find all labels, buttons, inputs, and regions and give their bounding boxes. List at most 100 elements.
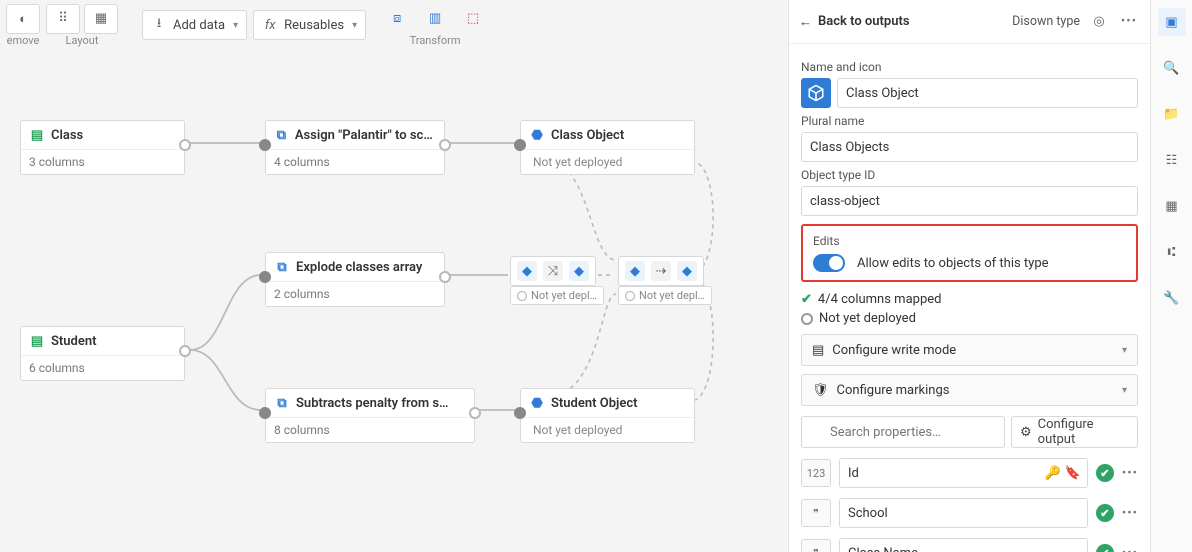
key-icon: 🔑 [1044, 466, 1060, 481]
panel-header: ← Back to outputs Disown type ◎ ••• [789, 0, 1150, 44]
property-name-input[interactable]: School [839, 498, 1088, 528]
object-type-icon[interactable] [801, 78, 831, 108]
bookmark-icon: 🔖 [1065, 466, 1081, 481]
property-name-text: Class Name [848, 546, 918, 552]
rail-inspector-icon[interactable]: ▣ [1158, 8, 1186, 36]
port-in[interactable] [514, 139, 526, 151]
status-circle-icon [625, 291, 635, 301]
remove-label: emove [7, 34, 40, 47]
configure-output-button[interactable]: ⚙ Configure output [1011, 416, 1138, 448]
port-out[interactable] [439, 139, 451, 151]
cube-icon: ◆ [569, 261, 589, 281]
function-icon: fx [262, 17, 278, 33]
rail-folder-icon[interactable]: 📁 [1158, 100, 1186, 128]
cube-icon: ⬣ [529, 395, 545, 411]
configure-markings[interactable]: 🛡 Configure markings ▾ [801, 374, 1138, 406]
allow-edits-label: Allow edits to objects of this type [857, 256, 1049, 271]
ok-badge: ✔ [1096, 544, 1114, 552]
more-icon[interactable]: ••• [1118, 11, 1140, 33]
panel-body: Name and icon Plural name Object type ID… [789, 44, 1150, 552]
port-out[interactable] [179, 139, 191, 151]
transform-icon: ⧉ [274, 395, 290, 411]
mini-status-text: Not yet depl… [639, 289, 705, 302]
transform-a-button[interactable]: ⧈ [380, 4, 414, 34]
transform-c-button[interactable]: ⬚ [456, 4, 490, 34]
target-icon[interactable]: ◎ [1088, 11, 1110, 33]
node-student[interactable]: ▤Student 6 columns [20, 326, 185, 381]
node-subtract[interactable]: ⧉Subtracts penalty from s… 8 columns [265, 388, 475, 443]
mini-link-right-status: Not yet depl… [618, 286, 712, 305]
transform-icon: ⧉ [274, 127, 289, 143]
node-class-object[interactable]: ⬣Class Object Not yet deployed [520, 120, 695, 175]
scatter-icon: ⠿ [55, 11, 71, 27]
node-student-object[interactable]: ⬣Student Object Not yet deployed [520, 388, 695, 443]
grid-icon: ▦ [93, 11, 109, 27]
plural-input[interactable] [801, 132, 1138, 162]
chevron-down-icon: ▾ [1122, 385, 1127, 396]
transform-label: Transform [410, 34, 461, 47]
rail-sliders-icon[interactable]: ⑆ [1158, 238, 1186, 266]
allow-edits-toggle[interactable] [813, 254, 845, 272]
mini-link-right[interactable]: ◆ ⇢ ◆ [618, 256, 704, 286]
shield-icon: 🛡 [812, 383, 829, 398]
node-title: Assign "Palantir" to scho… [295, 128, 436, 143]
name-input[interactable] [837, 78, 1138, 108]
configure-markings-label: Configure markings [837, 383, 950, 398]
property-more-icon[interactable]: ••• [1122, 506, 1138, 521]
type-id-input[interactable] [801, 186, 1138, 216]
port-out[interactable] [439, 271, 451, 283]
right-rail: ▣ 🔍 📁 ☷ ▦ ⑆ 🔧 [1150, 0, 1192, 552]
port-in[interactable] [259, 407, 271, 419]
property-more-icon[interactable]: ••• [1122, 466, 1138, 481]
layout-grid-button[interactable]: ▦ [84, 4, 118, 34]
port-out[interactable] [469, 407, 481, 419]
pipeline-canvas[interactable]: ▤Class 3 columns ⧉ Assign "Palantir" to s… [0, 50, 782, 552]
property-name-input[interactable]: Class Name [839, 538, 1088, 552]
reusables-label: Reusables [284, 18, 344, 33]
node-explode[interactable]: ⧉Explode classes array 2 columns [265, 252, 445, 307]
node-title: Student [51, 334, 97, 349]
reusables-button[interactable]: fx Reusables ▾ [253, 10, 366, 40]
mini-status-text: Not yet depl… [531, 289, 597, 302]
search-properties-input[interactable] [801, 416, 1005, 448]
property-more-icon[interactable]: ••• [1122, 546, 1138, 552]
type-id-label: Object type ID [801, 168, 1138, 182]
node-subtitle: Not yet deployed [533, 423, 622, 437]
configure-write-mode[interactable]: ▤ Configure write mode ▾ [801, 334, 1138, 366]
rail-checklist-icon[interactable]: ☷ [1158, 146, 1186, 174]
port-in[interactable] [259, 271, 271, 283]
remove-button[interactable]: ◐ [6, 4, 40, 34]
cube-icon: ◆ [625, 261, 645, 281]
remove-icon: ◐ [15, 11, 31, 27]
transform-exit-icon: ⬚ [465, 11, 481, 27]
add-data-label: Add data [173, 18, 225, 33]
configure-write-label: Configure write mode [832, 343, 956, 358]
node-subtitle: Not yet deployed [533, 155, 622, 169]
search-properties-wrap: 🔍 [801, 416, 1005, 448]
node-title: Class [51, 128, 83, 143]
list-icon: ▤ [812, 343, 824, 358]
table-icon: ▤ [29, 333, 45, 349]
mapped-status-text: 4/4 columns mapped [818, 292, 942, 307]
configure-output-label: Configure output [1038, 417, 1129, 447]
rail-wrench-icon[interactable]: 🔧 [1158, 284, 1186, 312]
plural-label: Plural name [801, 114, 1138, 128]
property-name-text: Id [848, 466, 859, 481]
layout-label: Layout [66, 34, 99, 47]
port-out[interactable] [179, 345, 191, 357]
port-in[interactable] [259, 139, 271, 151]
rail-search-icon[interactable]: 🔍 [1158, 54, 1186, 82]
disown-type[interactable]: Disown type [1012, 14, 1080, 29]
transform-b-button[interactable]: ▥ [418, 4, 452, 34]
transform-table-icon: ▥ [427, 11, 443, 27]
node-assign[interactable]: ⧉Assign "Palantir" to scho… 4 columns [265, 120, 445, 175]
node-subtitle: 8 columns [266, 418, 474, 442]
port-in[interactable] [514, 407, 526, 419]
rail-calendar-icon[interactable]: ▦ [1158, 192, 1186, 220]
layout-scatter-button[interactable]: ⠿ [46, 4, 80, 34]
mini-link-left[interactable]: ◆ ⤨ ◆ [510, 256, 596, 286]
node-class[interactable]: ▤Class 3 columns [20, 120, 185, 175]
add-data-button[interactable]: ⭳ Add data ▾ [142, 10, 247, 40]
property-name-input[interactable]: Id 🔑 🔖 [839, 458, 1088, 488]
back-to-outputs[interactable]: ← Back to outputs [799, 14, 910, 30]
